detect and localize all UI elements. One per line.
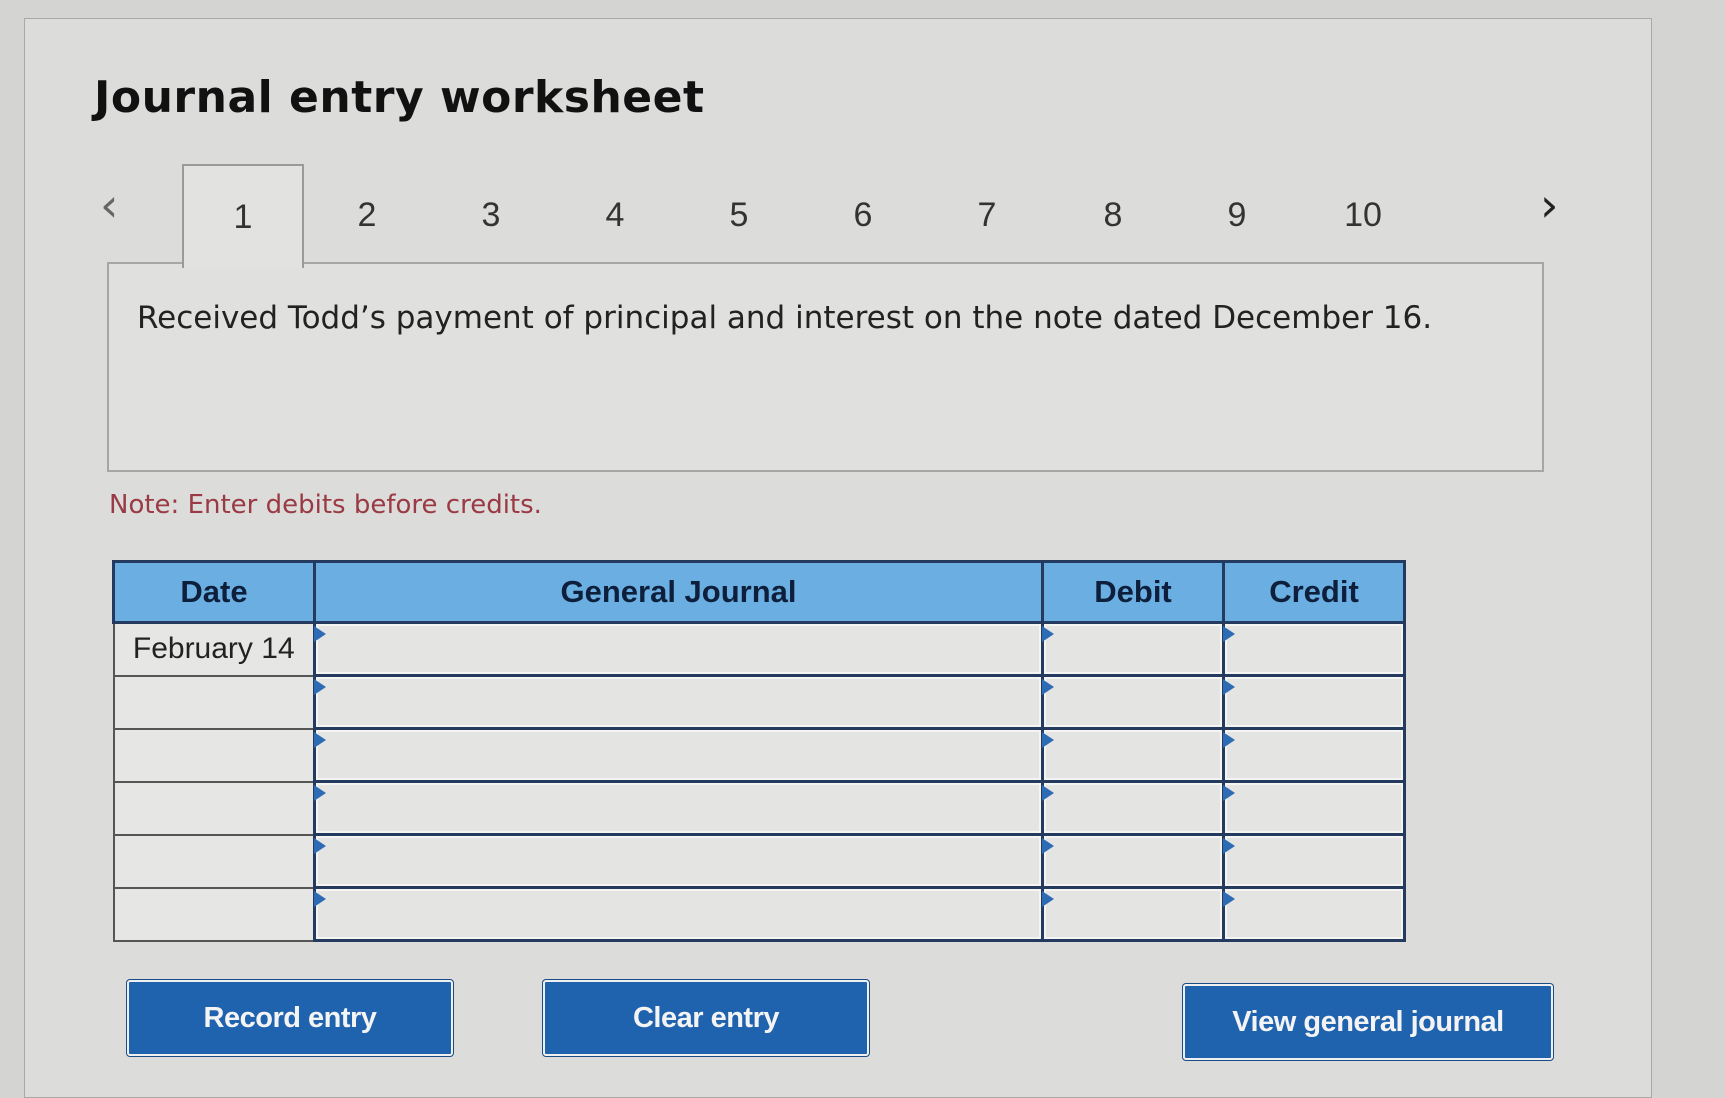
credit-cell [1222, 780, 1406, 836]
tab-7[interactable]: 7 [926, 166, 1048, 264]
date-cell: February 14 [112, 621, 316, 677]
credit-cell [1222, 886, 1406, 942]
credit-input[interactable] [1225, 677, 1403, 727]
debit-input[interactable] [1044, 783, 1222, 833]
account-cell [313, 780, 1044, 836]
chevron-left-icon[interactable]: ‹ [100, 182, 118, 228]
cell-marker-icon [314, 838, 326, 854]
credit-input[interactable] [1225, 889, 1403, 939]
account-cell [313, 621, 1044, 677]
debit-input[interactable] [1044, 730, 1222, 780]
tab-8[interactable]: 8 [1052, 166, 1174, 264]
credit-cell [1222, 727, 1406, 783]
chevron-right-icon[interactable]: › [1540, 182, 1558, 228]
debit-input[interactable] [1044, 889, 1222, 939]
tab-6[interactable]: 6 [802, 166, 924, 264]
account-input[interactable] [316, 677, 1041, 727]
account-cell [313, 727, 1044, 783]
header-debit: Debit [1041, 560, 1225, 624]
journal-table: Date General Journal Debit Credit Februa… [112, 560, 1406, 942]
entry-tabs: ‹ 1 2 3 4 5 6 7 8 9 10 › [100, 162, 1580, 268]
cell-marker-icon [314, 679, 326, 695]
account-input[interactable] [316, 624, 1041, 674]
debit-input[interactable] [1044, 677, 1222, 727]
clear-entry-button[interactable]: Clear entry [543, 980, 869, 1056]
table-header-row: Date General Journal Debit Credit [112, 560, 1406, 624]
account-cell [313, 886, 1044, 942]
cell-marker-icon [314, 891, 326, 907]
date-cell[interactable] [112, 780, 316, 836]
account-input[interactable] [316, 783, 1041, 833]
header-date: Date [112, 560, 316, 624]
header-general-journal: General Journal [313, 560, 1044, 624]
cell-marker-icon [1042, 785, 1054, 801]
account-cell [313, 674, 1044, 730]
table-row [112, 674, 1406, 730]
question-text: Received Todd’s payment of principal and… [107, 262, 1544, 472]
cell-marker-icon [1223, 732, 1235, 748]
tab-10[interactable]: 10 [1302, 166, 1424, 264]
cell-marker-icon [314, 732, 326, 748]
account-input[interactable] [316, 730, 1041, 780]
table-row [112, 780, 1406, 836]
tab-1[interactable]: 1 [182, 164, 304, 268]
instruction-note: Note: Enter debits before credits. [109, 490, 542, 520]
tab-3[interactable]: 3 [430, 166, 552, 264]
table-row: February 14 [112, 621, 1406, 677]
credit-input[interactable] [1225, 730, 1403, 780]
cell-marker-icon [1042, 679, 1054, 695]
table-row [112, 833, 1406, 889]
debit-input[interactable] [1044, 624, 1222, 674]
credit-input[interactable] [1225, 624, 1403, 674]
account-input[interactable] [316, 889, 1041, 939]
tab-2[interactable]: 2 [306, 166, 428, 264]
account-cell [313, 833, 1044, 889]
tab-5[interactable]: 5 [678, 166, 800, 264]
date-cell[interactable] [112, 833, 316, 889]
page-title: Journal entry worksheet [94, 72, 705, 123]
cell-marker-icon [1042, 626, 1054, 642]
credit-cell [1222, 621, 1406, 677]
debit-cell [1041, 833, 1225, 889]
header-credit: Credit [1222, 560, 1406, 624]
tab-9[interactable]: 9 [1176, 166, 1298, 264]
view-general-journal-button[interactable]: View general journal [1183, 984, 1553, 1060]
cell-marker-icon [314, 785, 326, 801]
record-entry-button[interactable]: Record entry [127, 980, 453, 1056]
cell-marker-icon [1223, 785, 1235, 801]
cell-marker-icon [1223, 679, 1235, 695]
credit-cell [1222, 833, 1406, 889]
table-row [112, 727, 1406, 783]
debit-cell [1041, 886, 1225, 942]
date-cell[interactable] [112, 727, 316, 783]
date-cell[interactable] [112, 886, 316, 942]
cell-marker-icon [314, 626, 326, 642]
debit-cell [1041, 674, 1225, 730]
cell-marker-icon [1223, 626, 1235, 642]
debit-cell [1041, 621, 1225, 677]
cell-marker-icon [1042, 891, 1054, 907]
date-cell[interactable] [112, 674, 316, 730]
cell-marker-icon [1042, 838, 1054, 854]
credit-cell [1222, 674, 1406, 730]
credit-input[interactable] [1225, 836, 1403, 886]
account-input[interactable] [316, 836, 1041, 886]
cell-marker-icon [1042, 732, 1054, 748]
cell-marker-icon [1223, 891, 1235, 907]
cell-marker-icon [1223, 838, 1235, 854]
debit-cell [1041, 727, 1225, 783]
credit-input[interactable] [1225, 783, 1403, 833]
tab-4[interactable]: 4 [554, 166, 676, 264]
debit-cell [1041, 780, 1225, 836]
debit-input[interactable] [1044, 836, 1222, 886]
table-row [112, 886, 1406, 942]
